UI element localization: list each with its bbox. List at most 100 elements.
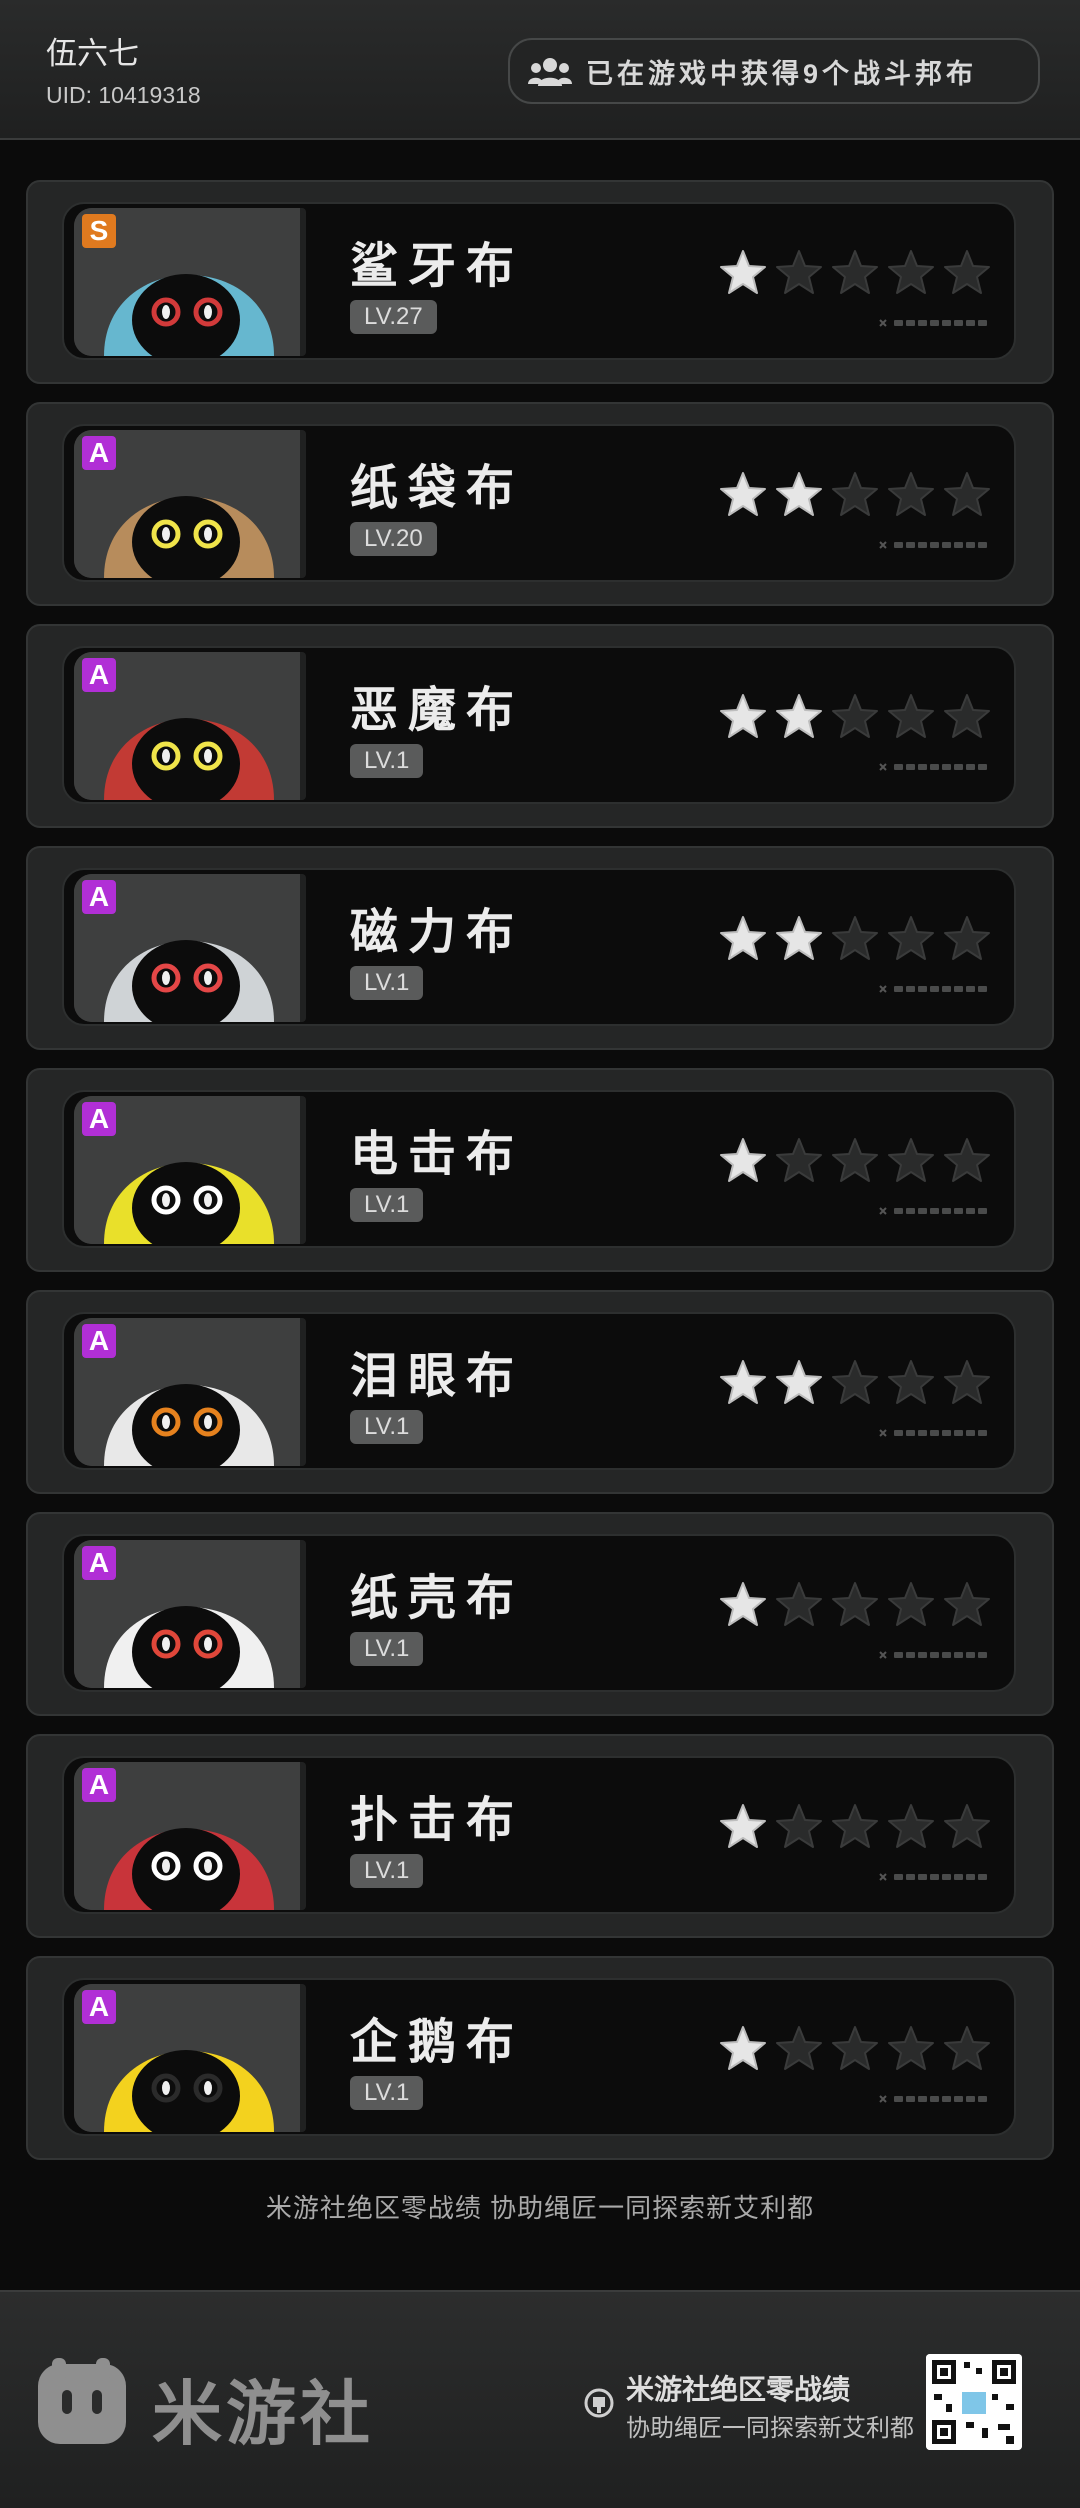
star-empty-icon — [888, 1138, 934, 1182]
bangboo-portrait: A — [74, 430, 306, 578]
bangboo-name: 磁力布 — [350, 906, 525, 959]
star-empty-icon — [776, 1582, 822, 1626]
star-empty-icon — [776, 2026, 822, 2070]
bangboo-card[interactable]: A 扑击布 LV.1 — [26, 1734, 1054, 1938]
profile-header: 伍六七 UID: 10419318 已在游戏中获得9个战斗邦布 — [0, 0, 1080, 140]
decorative-dots — [879, 1651, 987, 1659]
bangboo-name: 鲨牙布 — [350, 240, 525, 293]
user-name: 伍六七 — [46, 36, 139, 71]
star-empty-icon — [832, 1582, 878, 1626]
bangboo-portrait: A — [74, 1984, 306, 2132]
bangboo-name: 纸壳布 — [350, 1572, 525, 1625]
star-empty-icon — [888, 1804, 934, 1848]
star-empty-icon — [776, 1804, 822, 1848]
level-badge: LV.1 — [350, 966, 424, 1000]
decorative-dots — [879, 1873, 987, 1881]
star-rating — [718, 692, 992, 742]
star-filled-icon — [720, 472, 766, 516]
bangboo-name: 电击布 — [350, 1128, 525, 1181]
star-rating — [718, 1802, 992, 1852]
app-mini-icon — [584, 2388, 614, 2418]
star-rating — [718, 914, 992, 964]
star-rating — [718, 470, 992, 520]
star-empty-icon — [832, 2026, 878, 2070]
star-filled-icon — [776, 472, 822, 516]
star-empty-icon — [944, 1360, 990, 1404]
star-empty-icon — [888, 250, 934, 294]
star-empty-icon — [776, 1138, 822, 1182]
bangboo-card[interactable]: A 恶魔布 LV.1 — [26, 624, 1054, 828]
user-uid: UID: 10419318 — [46, 82, 201, 108]
badge-text: 已在游戏中获得9个战斗邦布 — [586, 58, 978, 89]
bangboo-card[interactable]: A 企鹅布 LV.1 — [26, 1956, 1054, 2160]
level-badge: LV.20 — [350, 522, 437, 556]
rank-badge: A — [82, 880, 116, 914]
level-badge: LV.1 — [350, 1854, 424, 1888]
star-filled-icon — [720, 250, 766, 294]
star-empty-icon — [944, 1138, 990, 1182]
card-body: A 磁力布 LV.1 — [62, 868, 1016, 1026]
card-body: A 恶魔布 LV.1 — [62, 646, 1016, 804]
star-empty-icon — [888, 472, 934, 516]
bangboo-portrait: A — [74, 1762, 306, 1910]
card-body: A 泪眼布 LV.1 — [62, 1312, 1016, 1470]
star-empty-icon — [832, 472, 878, 516]
star-filled-icon — [776, 1360, 822, 1404]
star-filled-icon — [720, 1582, 766, 1626]
star-empty-icon — [888, 2026, 934, 2070]
card-body: S 鲨牙布 LV.27 — [62, 202, 1016, 360]
star-empty-icon — [776, 250, 822, 294]
bangboo-portrait: S — [74, 208, 306, 356]
rank-badge: A — [82, 1324, 116, 1358]
level-badge: LV.1 — [350, 1188, 424, 1222]
star-empty-icon — [832, 1138, 878, 1182]
bangboo-list: S 鲨牙布 LV.27 A 纸袋布 LV.20 A 恶魔布 LV.1 A 磁力布… — [26, 180, 1054, 2178]
star-rating — [718, 1136, 992, 1186]
bangboo-portrait: A — [74, 1540, 306, 1688]
decorative-dots — [879, 2095, 987, 2103]
star-rating — [718, 1580, 992, 1630]
star-filled-icon — [720, 916, 766, 960]
star-filled-icon — [776, 916, 822, 960]
star-empty-icon — [888, 1360, 934, 1404]
star-empty-icon — [944, 1582, 990, 1626]
bangboo-card[interactable]: A 磁力布 LV.1 — [26, 846, 1054, 1050]
card-body: A 企鹅布 LV.1 — [62, 1978, 1016, 2136]
star-filled-icon — [720, 1360, 766, 1404]
footer-title: 米游社绝区零战绩 — [626, 2374, 851, 2405]
star-filled-icon — [720, 1804, 766, 1848]
star-empty-icon — [944, 1804, 990, 1848]
star-filled-icon — [720, 1138, 766, 1182]
star-rating — [718, 1358, 992, 1408]
star-empty-icon — [944, 250, 990, 294]
rank-badge: S — [82, 214, 116, 248]
card-body: A 纸壳布 LV.1 — [62, 1534, 1016, 1692]
level-badge: LV.1 — [350, 1410, 424, 1444]
logo-text: 米游社 — [152, 2375, 374, 2453]
star-empty-icon — [832, 694, 878, 738]
decorative-dots — [879, 1429, 987, 1437]
rank-badge: A — [82, 436, 116, 470]
card-body: A 纸袋布 LV.20 — [62, 424, 1016, 582]
star-filled-icon — [720, 694, 766, 738]
star-empty-icon — [832, 250, 878, 294]
bangboo-portrait: A — [74, 1096, 306, 1244]
star-filled-icon — [720, 2026, 766, 2070]
level-badge: LV.1 — [350, 2076, 424, 2110]
decorative-dots — [879, 319, 987, 327]
rank-badge: A — [82, 658, 116, 692]
bangboo-card[interactable]: A 泪眼布 LV.1 — [26, 1290, 1054, 1494]
star-empty-icon — [888, 1582, 934, 1626]
miyoushe-logo-icon — [38, 2358, 126, 2444]
bangboo-count-badge: 已在游戏中获得9个战斗邦布 — [508, 38, 1040, 104]
people-icon — [528, 58, 572, 86]
card-body: A 扑击布 LV.1 — [62, 1756, 1016, 1914]
bangboo-card[interactable]: A 纸壳布 LV.1 — [26, 1512, 1054, 1716]
decorative-dots — [879, 1207, 987, 1215]
bangboo-card[interactable]: S 鲨牙布 LV.27 — [26, 180, 1054, 384]
bangboo-card[interactable]: A 纸袋布 LV.20 — [26, 402, 1054, 606]
bangboo-name: 泪眼布 — [350, 1350, 525, 1403]
bangboo-card[interactable]: A 电击布 LV.1 — [26, 1068, 1054, 1272]
bangboo-portrait: A — [74, 874, 306, 1022]
qr-code[interactable] — [926, 2354, 1022, 2450]
